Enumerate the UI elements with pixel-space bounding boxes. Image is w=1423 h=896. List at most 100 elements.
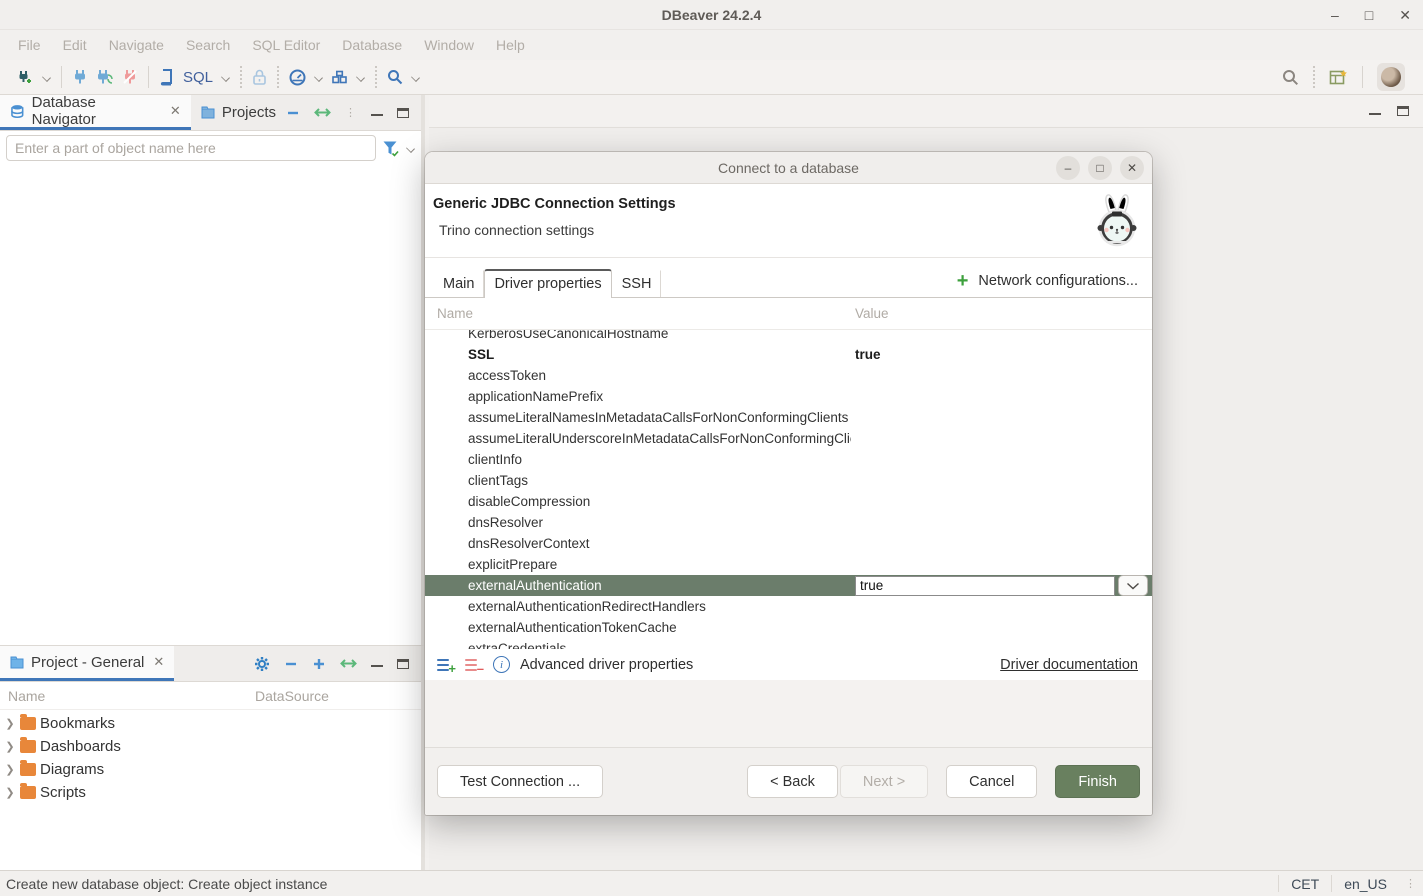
tree-item-dashboards[interactable]: ❯Dashboards: [0, 735, 421, 758]
column-header-name[interactable]: Name: [425, 306, 855, 321]
tree-item-diagrams[interactable]: ❯Diagrams: [0, 758, 421, 781]
dialog-close-icon[interactable]: ✕: [1120, 156, 1144, 180]
tab-projects[interactable]: Projects: [191, 95, 286, 130]
timezone-indicator[interactable]: CET: [1278, 875, 1331, 893]
collapse-all-icon[interactable]: [286, 106, 300, 120]
transfer-icon[interactable]: [331, 70, 348, 85]
new-connection-dropdown-icon[interactable]: [42, 73, 51, 82]
open-perspective-icon[interactable]: [1329, 69, 1348, 86]
property-row-clientInfo[interactable]: clientInfo: [425, 449, 1152, 470]
expand-chevron-icon[interactable]: ❯: [4, 786, 16, 799]
link-with-editor-icon[interactable]: [340, 657, 357, 670]
window-close-icon[interactable]: ✕: [1399, 7, 1411, 24]
tab-database-navigator[interactable]: Database Navigator ✕: [0, 95, 191, 130]
next-button[interactable]: Next >: [840, 765, 928, 798]
collapse-all-icon[interactable]: [284, 657, 298, 671]
tree-item-bookmarks[interactable]: ❯Bookmarks: [0, 712, 421, 735]
search-metadata-icon[interactable]: [387, 69, 403, 85]
expand-all-icon[interactable]: [312, 657, 326, 671]
property-row-externalAuthenticationTokenCache[interactable]: externalAuthenticationTokenCache: [425, 617, 1152, 638]
expand-chevron-icon[interactable]: ❯: [4, 763, 16, 776]
dialog-minimize-icon[interactable]: –: [1056, 156, 1080, 180]
driver-documentation-link[interactable]: Driver documentation: [1000, 657, 1138, 673]
filter-icon[interactable]: [382, 140, 400, 157]
dialog-header-subtitle: Trino connection settings: [439, 222, 1138, 238]
folder-icon: [20, 740, 36, 753]
network-configurations-button[interactable]: Network configurations...: [978, 273, 1138, 289]
property-row-KerberosUseCanonicalHostname[interactable]: KerberosUseCanonicalHostname: [425, 330, 1152, 344]
tab-close-icon[interactable]: ✕: [170, 103, 181, 119]
menu-file[interactable]: File: [8, 33, 51, 57]
dialog-tab-main[interactable]: Main: [433, 270, 484, 297]
tab-close-icon[interactable]: ✕: [153, 654, 164, 670]
property-row-assumeLiteralNamesInMetadataCallsForNonConformingClients[interactable]: assumeLiteralNamesInMetadataCallsForNonC…: [425, 407, 1152, 428]
settings-gear-icon[interactable]: [254, 656, 270, 672]
transfer-dropdown-icon[interactable]: [356, 73, 365, 82]
test-connection-button[interactable]: Test Connection ...: [437, 765, 603, 798]
user-avatar[interactable]: [1377, 63, 1405, 91]
property-row-accessToken[interactable]: accessToken: [425, 365, 1152, 386]
value-dropdown-button[interactable]: [1118, 575, 1148, 596]
back-button[interactable]: < Back: [747, 765, 838, 798]
link-with-editor-icon[interactable]: [314, 106, 331, 119]
view-menu-icon[interactable]: ⋮: [345, 106, 357, 119]
property-row-extraCredentials[interactable]: extraCredentials: [425, 638, 1152, 649]
sql-editor-label[interactable]: SQL: [183, 69, 213, 86]
minimize-view-icon[interactable]: [371, 114, 383, 117]
expand-chevron-icon[interactable]: ❯: [4, 717, 16, 730]
property-row-dnsResolverContext[interactable]: dnsResolverContext: [425, 533, 1152, 554]
property-row-disableCompression[interactable]: disableCompression: [425, 491, 1152, 512]
menu-database[interactable]: Database: [332, 33, 412, 57]
dialog-maximize-icon[interactable]: □: [1088, 156, 1112, 180]
sql-editor-icon[interactable]: [159, 68, 175, 86]
maximize-editor-icon[interactable]: [1397, 106, 1409, 116]
property-row-explicitPrepare[interactable]: explicitPrepare: [425, 554, 1152, 575]
menu-help[interactable]: Help: [486, 33, 535, 57]
menu-edit[interactable]: Edit: [53, 33, 97, 57]
property-row-dnsResolver[interactable]: dnsResolver: [425, 512, 1152, 533]
property-value-input[interactable]: [855, 576, 1115, 596]
locale-indicator[interactable]: en_US: [1331, 875, 1399, 893]
sql-editor-dropdown-icon[interactable]: [221, 73, 230, 82]
tree-item-scripts[interactable]: ❯Scripts: [0, 781, 421, 804]
new-connection-icon[interactable]: [16, 68, 34, 86]
property-row-clientTags[interactable]: clientTags: [425, 470, 1152, 491]
menu-navigate[interactable]: Navigate: [99, 33, 174, 57]
dashboard-dropdown-icon[interactable]: [314, 73, 323, 82]
property-row-externalAuthentication[interactable]: externalAuthentication: [425, 575, 1152, 596]
expand-chevron-icon[interactable]: ❯: [4, 740, 16, 753]
tab-project-general[interactable]: Project - General ✕: [0, 646, 174, 681]
disconnect-icon[interactable]: [122, 69, 138, 85]
column-header-datasource[interactable]: DataSource: [255, 688, 329, 704]
window-maximize-icon[interactable]: □: [1365, 7, 1373, 23]
property-row-SSL[interactable]: SSLtrue: [425, 344, 1152, 365]
add-network-config-icon[interactable]: +: [957, 274, 969, 288]
column-header-name[interactable]: Name: [0, 688, 255, 704]
filter-dropdown-icon[interactable]: [406, 144, 415, 153]
add-property-icon[interactable]: +: [437, 658, 455, 672]
dialog-tab-ssh[interactable]: SSH: [612, 270, 662, 297]
menu-search[interactable]: Search: [176, 33, 240, 57]
remove-property-icon[interactable]: –: [465, 658, 483, 672]
finish-button[interactable]: Finish: [1055, 765, 1140, 798]
column-header-value[interactable]: Value: [855, 306, 889, 321]
reconnect-icon[interactable]: [96, 69, 114, 85]
advanced-driver-properties-label: Advanced driver properties: [520, 657, 693, 673]
property-row-externalAuthenticationRedirectHandlers[interactable]: externalAuthenticationRedirectHandlers: [425, 596, 1152, 617]
dashboard-icon[interactable]: [289, 69, 306, 86]
window-minimize-icon[interactable]: –: [1331, 7, 1339, 23]
quick-search-icon[interactable]: [1282, 69, 1299, 86]
maximize-view-icon[interactable]: [397, 659, 409, 669]
menu-sql-editor[interactable]: SQL Editor: [242, 33, 330, 57]
connect-icon[interactable]: [72, 69, 88, 85]
cancel-button[interactable]: Cancel: [946, 765, 1037, 798]
object-filter-input[interactable]: [6, 135, 376, 161]
dialog-tab-driver-properties[interactable]: Driver properties: [484, 269, 611, 298]
minimize-editor-icon[interactable]: [1369, 113, 1381, 116]
search-dropdown-icon[interactable]: [411, 73, 420, 82]
minimize-view-icon[interactable]: [371, 665, 383, 668]
maximize-view-icon[interactable]: [397, 108, 409, 118]
property-row-applicationNamePrefix[interactable]: applicationNamePrefix: [425, 386, 1152, 407]
menu-window[interactable]: Window: [414, 33, 484, 57]
property-row-assumeLiteralUnderscoreInMetadataCallsForNonConformingClients[interactable]: assumeLiteralUnderscoreInMetadataCallsFo…: [425, 428, 1152, 449]
